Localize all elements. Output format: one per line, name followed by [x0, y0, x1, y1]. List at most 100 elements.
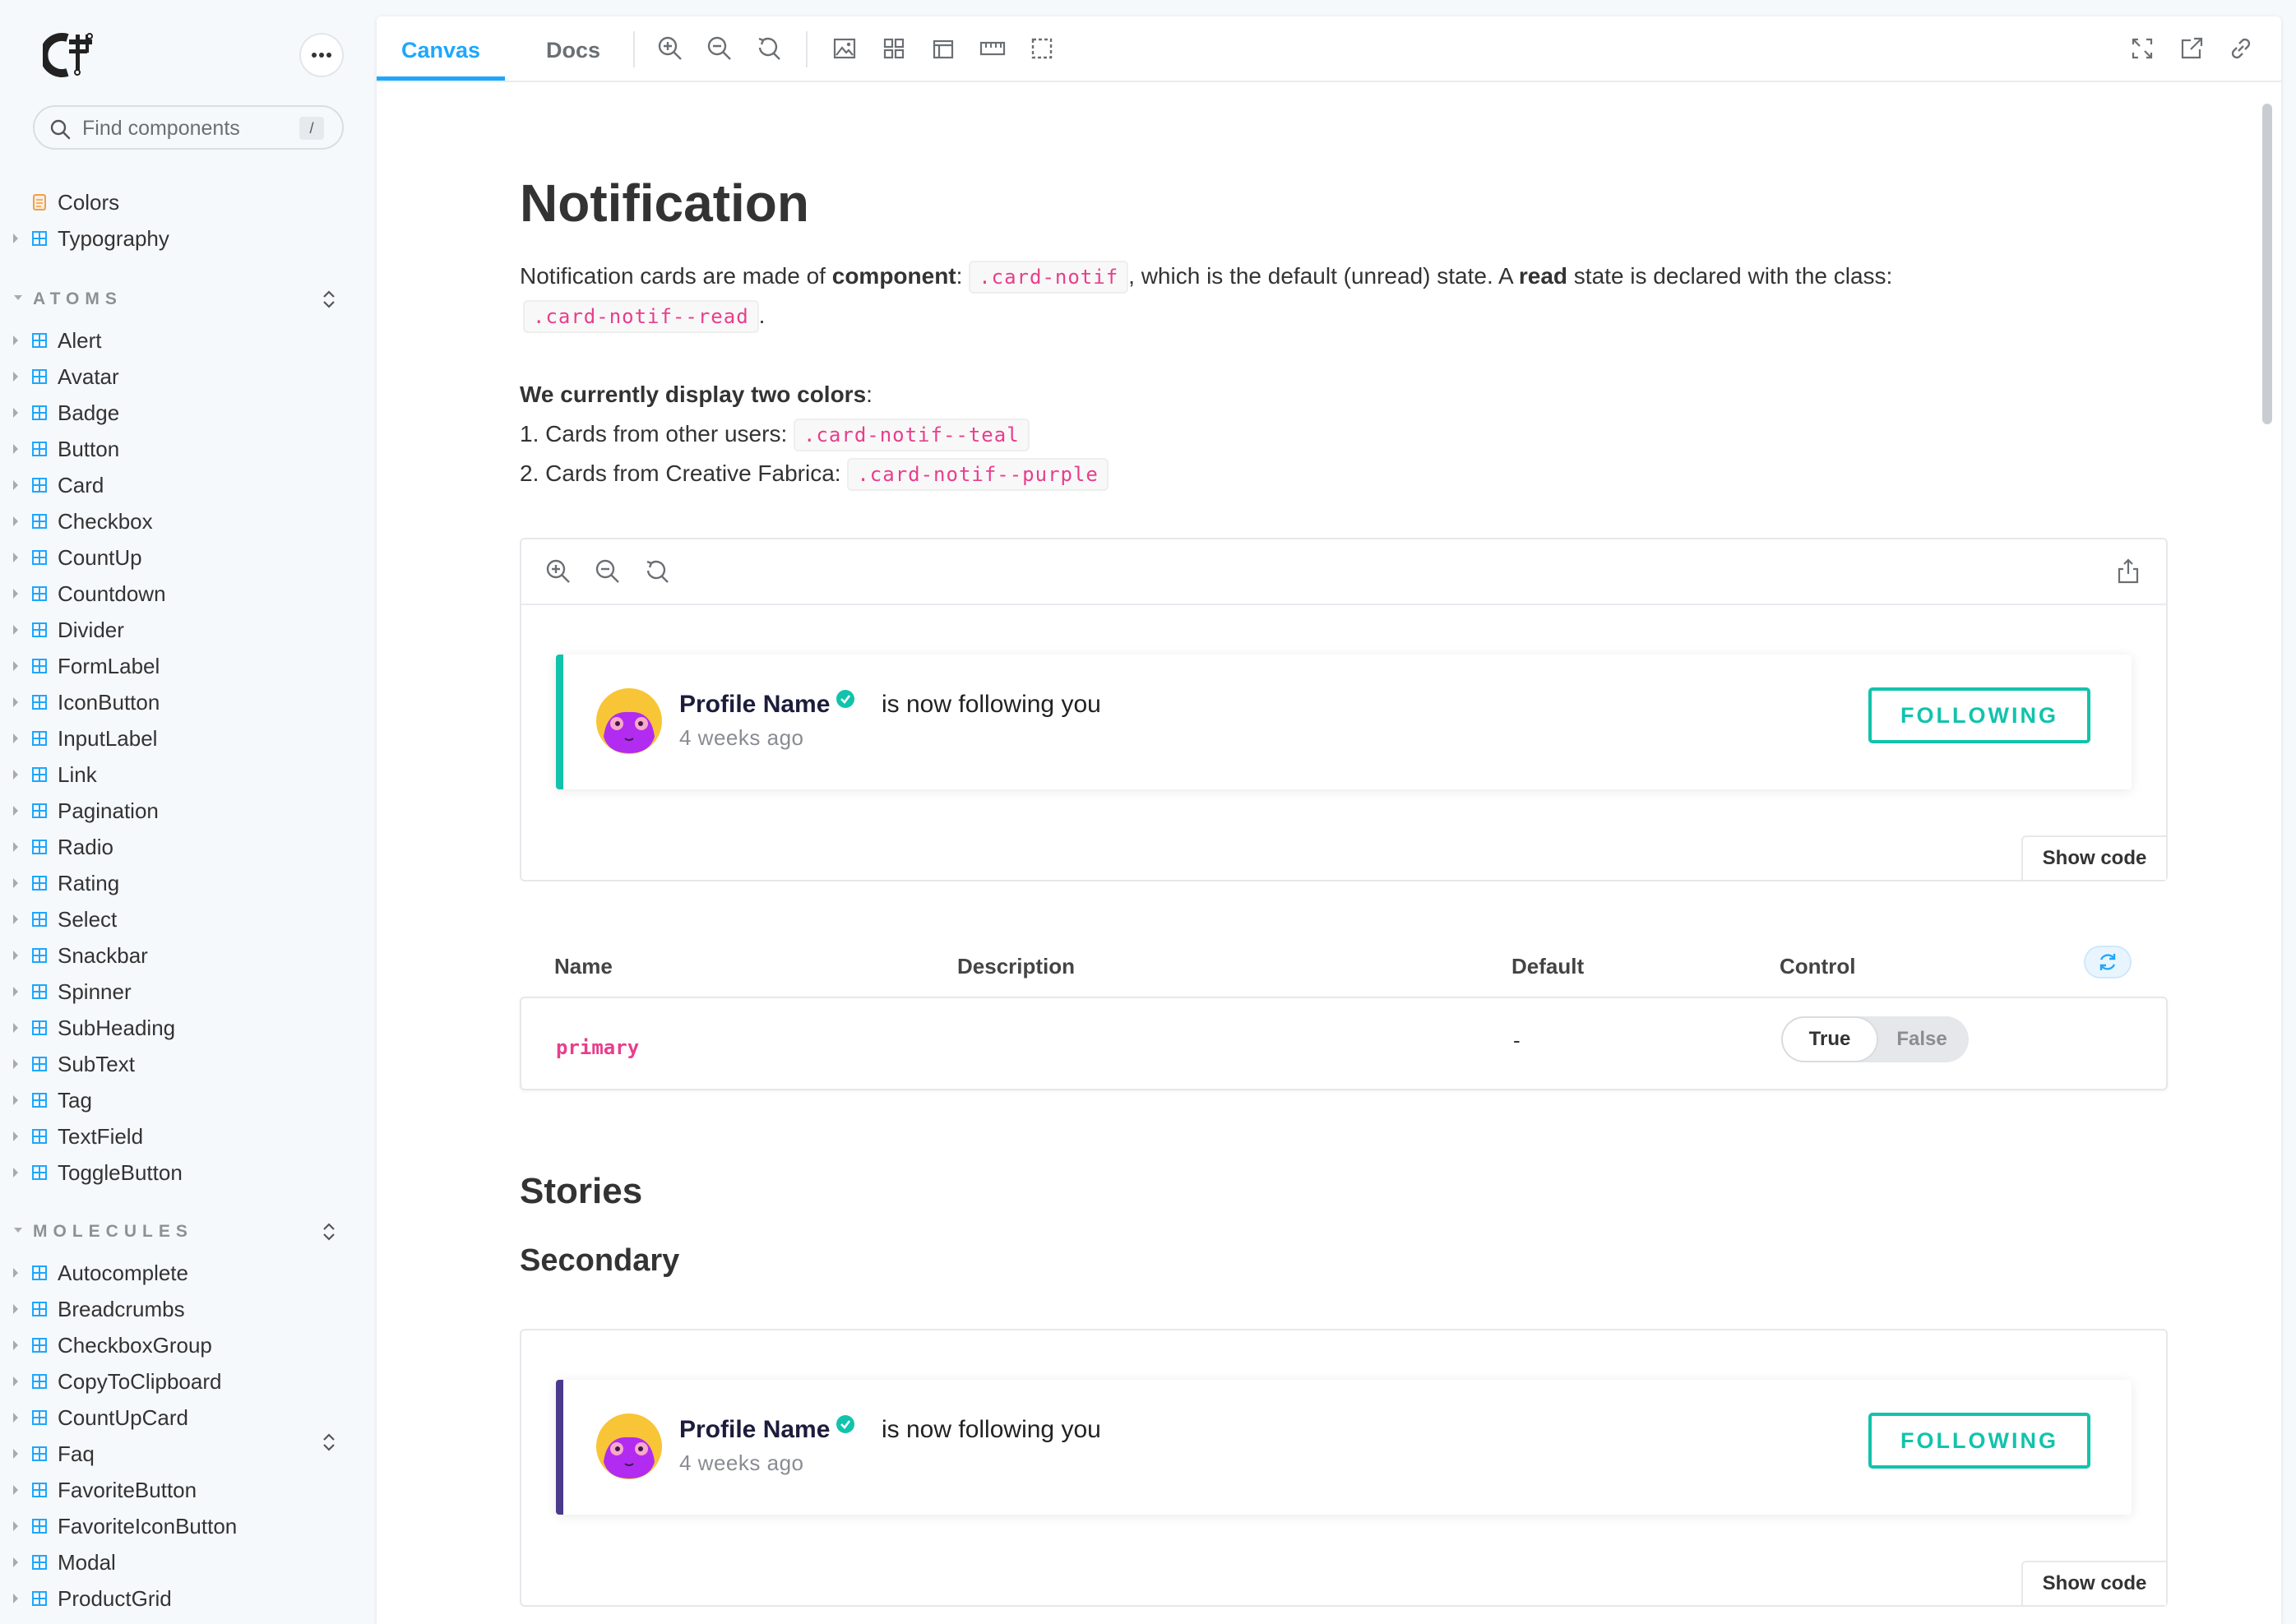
notification-card-secondary: Profile Name is now following you 4 week… [556, 1380, 2132, 1515]
sidebar-item-productgrid[interactable]: ProductGrid [0, 1584, 362, 1613]
sidebar-item-pagination[interactable]: Pagination [0, 796, 362, 826]
sidebar-item-formlabel[interactable]: FormLabel [0, 651, 362, 681]
profile-name[interactable]: Profile Name [679, 1416, 830, 1444]
sidebar-item-spinner[interactable]: Spinner [0, 977, 362, 1006]
expand-caret-icon [13, 1449, 18, 1459]
following-button[interactable]: FOLLOWING [1868, 687, 2090, 743]
expand-caret-icon [13, 335, 18, 345]
more-options-button[interactable] [299, 33, 344, 77]
share-icon[interactable] [2115, 558, 2141, 585]
tab-canvas[interactable]: Canvas [377, 16, 505, 81]
sidebar-item-copytoclipboard[interactable]: CopyToClipboard [0, 1367, 362, 1396]
sidebar-item-label: Select [58, 907, 118, 932]
zoom-in-icon[interactable] [544, 558, 572, 585]
sidebar-item-rating[interactable]: Rating [0, 868, 362, 898]
component-icon [32, 1555, 47, 1570]
viewport-icon[interactable] [929, 35, 957, 62]
sidebar-item-countdown[interactable]: Countdown [0, 579, 362, 608]
sidebar-item-breadcrumbs[interactable]: Breadcrumbs [0, 1294, 362, 1324]
sidebar-item-label: Colors [58, 190, 120, 215]
sidebar-item-label: Tag [58, 1088, 92, 1113]
sidebar-item-textfield[interactable]: TextField [0, 1122, 362, 1151]
scrollbar-thumb[interactable] [2262, 104, 2272, 424]
sidebar-item-countupcard[interactable]: CountUpCard [0, 1403, 362, 1432]
fullscreen-icon[interactable] [2128, 35, 2156, 62]
expand-caret-icon [13, 914, 18, 924]
sidebar-item-countup[interactable]: CountUp [0, 543, 362, 572]
expand-collapse-icon[interactable] [319, 288, 339, 311]
inline-code-card-notif-teal: .card-notif--teal [794, 419, 1030, 451]
collapse-caret-icon [14, 295, 22, 300]
colors-line-2: 2. Cards from Creative Fabrica: .card-no… [520, 458, 1109, 491]
ruler-icon[interactable] [979, 35, 1007, 62]
zoom-in-icon[interactable] [656, 35, 684, 62]
sidebar-item-select[interactable]: Select [0, 905, 362, 934]
copy-link-icon[interactable] [2227, 35, 2255, 62]
colors-line-text: 2. Cards from Creative Fabrica: [520, 460, 848, 486]
sidebar-item-radio[interactable]: Radio [0, 832, 362, 862]
sidebar-item-avatar[interactable]: Avatar [0, 362, 362, 391]
vertical-scrollbar[interactable] [2260, 87, 2275, 1617]
sidebar-item-subtext[interactable]: SubText [0, 1049, 362, 1079]
zoom-out-icon[interactable] [706, 35, 734, 62]
expand-caret-icon [13, 1095, 18, 1105]
sidebar-item-favoritebutton[interactable]: FavoriteButton [0, 1475, 362, 1505]
sidebar-item-label: CountUp [58, 545, 142, 570]
sidebar-item-tag[interactable]: Tag [0, 1085, 362, 1115]
sidebar-item-faq[interactable]: Faq [0, 1439, 362, 1469]
avatar [596, 1413, 662, 1479]
preview-toolbar [521, 539, 2166, 605]
open-new-tab-icon[interactable] [2178, 35, 2206, 62]
show-code-button[interactable]: Show code [2021, 1561, 2166, 1605]
sidebar-item-card[interactable]: Card [0, 470, 362, 500]
sidebar-item-inputlabel[interactable]: InputLabel [0, 724, 362, 753]
show-code-button[interactable]: Show code [2021, 835, 2166, 880]
section-header-atoms[interactable]: ATOMS [0, 285, 362, 314]
reset-zoom-icon[interactable] [643, 558, 671, 585]
sidebar-item-link[interactable]: Link [0, 760, 362, 789]
toggle-option-true[interactable]: True [1783, 1018, 1877, 1061]
component-icon [32, 231, 47, 246]
background-image-icon[interactable] [831, 35, 859, 62]
component-icon [32, 550, 47, 565]
expand-caret-icon [13, 1557, 18, 1567]
sidebar-item-favoriteiconbutton[interactable]: FavoriteIconButton [0, 1511, 362, 1541]
sidebar-item-checkboxgroup[interactable]: CheckboxGroup [0, 1330, 362, 1360]
sidebar-item-divider[interactable]: Divider [0, 615, 362, 645]
reset-zoom-icon[interactable] [755, 35, 783, 62]
expand-caret-icon [13, 1168, 18, 1178]
component-icon [32, 1374, 47, 1389]
profile-name[interactable]: Profile Name [679, 691, 830, 719]
sidebar-item-badge[interactable]: Badge [0, 398, 362, 428]
sidebar-item-modal[interactable]: Modal [0, 1548, 362, 1577]
section-title: ATOMS [33, 289, 123, 308]
sidebar-item-alert[interactable]: Alert [0, 326, 362, 355]
reset-controls-button[interactable] [2084, 946, 2132, 979]
sidebar-item-colors[interactable]: Colors [0, 187, 362, 217]
sidebar-item-label: Autocomplete [58, 1261, 188, 1285]
expand-collapse-icon[interactable] [319, 1220, 339, 1243]
sidebar-item-typography[interactable]: Typography [0, 224, 362, 253]
column-header-description: Description [957, 954, 1076, 979]
sidebar-item-button[interactable]: Button [0, 434, 362, 464]
expand-caret-icon [13, 408, 18, 418]
expand-caret-icon [13, 842, 18, 852]
toggle-option-false[interactable]: False [1878, 1018, 1965, 1061]
sidebar-item-checkbox[interactable]: Checkbox [0, 507, 362, 536]
boolean-toggle[interactable]: True False [1781, 1016, 1969, 1062]
creative-fabrica-logo[interactable] [43, 31, 102, 79]
zoom-out-icon[interactable] [594, 558, 622, 585]
outline-icon[interactable] [1028, 35, 1056, 62]
following-button[interactable]: FOLLOWING [1868, 1413, 2090, 1469]
search-input[interactable] [81, 115, 281, 141]
sidebar-item-togglebutton[interactable]: ToggleButton [0, 1158, 362, 1187]
sidebar-item-iconbutton[interactable]: IconButton [0, 687, 362, 717]
component-icon [32, 948, 47, 963]
section-header-molecules[interactable]: MOLECULES [0, 1217, 362, 1247]
grid-icon[interactable] [880, 35, 908, 62]
tab-docs[interactable]: Docs [528, 16, 618, 81]
sidebar-item-subheading[interactable]: SubHeading [0, 1013, 362, 1043]
sidebar-item-snackbar[interactable]: Snackbar [0, 941, 362, 970]
component-search[interactable]: / [33, 105, 344, 150]
sidebar-item-autocomplete[interactable]: Autocomplete [0, 1258, 362, 1288]
